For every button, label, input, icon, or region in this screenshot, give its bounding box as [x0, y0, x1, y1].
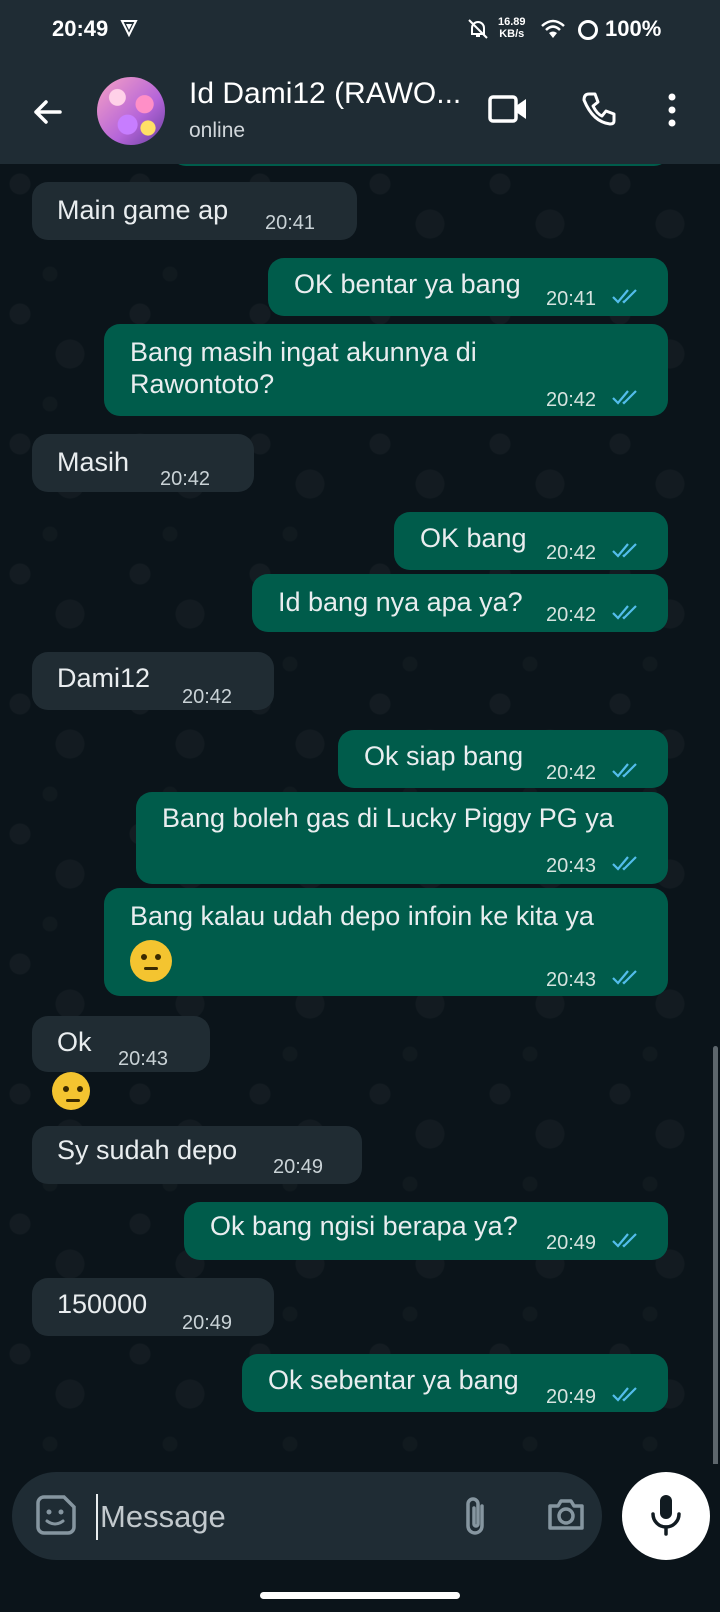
read-ticks-icon [612, 543, 637, 558]
message-time: 20:42 [546, 542, 597, 564]
sticker-icon[interactable] [32, 1493, 78, 1539]
attach-icon[interactable] [460, 1494, 490, 1538]
message-time: 20:43 [118, 1048, 169, 1070]
chat-scrollbar[interactable] [713, 1046, 718, 1464]
incoming-message[interactable]: Dami12 20:42 [32, 652, 274, 710]
message-text: Main game ap [57, 195, 229, 225]
message-text: Ok bang ngisi berapa ya? [210, 1211, 518, 1241]
outgoing-message[interactable]: Ok siap bang 20:42 [338, 730, 668, 788]
message-time: 20:43 [546, 855, 597, 877]
incoming-message[interactable]: Main game ap 20:41 [32, 182, 357, 240]
incoming-message[interactable]: 150000 20:49 [32, 1278, 274, 1336]
read-ticks-icon [612, 763, 637, 778]
read-ticks-icon [612, 1387, 637, 1402]
incoming-message[interactable]: Masih 20:42 [32, 434, 254, 492]
battery-percentage: 100% [605, 16, 662, 41]
message-text: 150000 [57, 1289, 148, 1319]
more-options-icon[interactable] [667, 92, 677, 128]
home-indicator[interactable] [260, 1592, 460, 1599]
voice-message-button[interactable] [622, 1472, 710, 1560]
message-text: Bang boleh gas di Lucky Piggy PG ya [162, 803, 614, 833]
read-ticks-icon [612, 1233, 637, 1248]
message-time: 20:42 [182, 686, 233, 708]
message-text: Ok [57, 1027, 92, 1057]
message-time: 20:49 [546, 1386, 597, 1408]
read-ticks-icon [612, 856, 637, 871]
message-text: OK bang [420, 523, 527, 553]
read-ticks-icon [612, 289, 637, 304]
chat-header: Id Dami12 (RAWO... online [0, 60, 720, 164]
message-time: 20:42 [546, 762, 597, 784]
message-time: 20:49 [273, 1156, 324, 1178]
outgoing-message[interactable]: Bang kalau udah depo infoin ke kita ya 2… [104, 888, 668, 996]
message-time: 20:49 [546, 1232, 597, 1254]
saluting-face-emoji [130, 940, 172, 982]
contact-avatar[interactable] [97, 77, 165, 145]
message-text: Masih [57, 447, 130, 477]
contact-status: online [189, 119, 246, 142]
message-time: 20:42 [160, 468, 211, 490]
status-bar: 20:49 16.89 KB/s 100% [0, 0, 720, 60]
message-text: Ok sebentar ya bang [268, 1365, 519, 1395]
phone-icon[interactable] [581, 91, 617, 127]
network-speed-value: 16.89 [498, 16, 526, 28]
contact-name[interactable]: Id Dami12 (RAWO... [189, 77, 461, 111]
read-ticks-icon [612, 605, 637, 620]
mic-icon [651, 1495, 681, 1536]
camera-icon[interactable] [546, 1496, 586, 1532]
partial-message-bubble [170, 164, 670, 166]
outgoing-message[interactable]: Ok bang ngisi berapa ya? 20:49 [184, 1202, 668, 1260]
message-text: Id bang nya apa ya? [278, 587, 523, 617]
wifi-icon [541, 19, 565, 38]
incoming-message[interactable]: Sy sudah depo 20:49 [32, 1126, 362, 1184]
battery-icon [578, 20, 598, 40]
message-text-line2: Rawontoto? [130, 369, 275, 399]
network-speed-unit: KB/s [499, 28, 525, 40]
read-ticks-icon [612, 390, 637, 405]
outgoing-message[interactable]: Id bang nya apa ya? 20:42 [252, 574, 668, 632]
message-text-line1: Bang masih ingat akunnya di [130, 337, 477, 367]
message-time: 20:42 [546, 389, 597, 411]
message-time: 20:41 [546, 288, 597, 310]
message-time: 20:49 [182, 1312, 233, 1334]
outgoing-message[interactable]: Bang boleh gas di Lucky Piggy PG ya 20:4… [136, 792, 668, 884]
message-time: 20:41 [265, 212, 316, 234]
video-call-icon[interactable] [488, 94, 528, 124]
message-text: Ok siap bang [364, 741, 524, 771]
message-text: Sy sudah depo [57, 1135, 238, 1165]
read-ticks-icon [612, 970, 637, 985]
message-text: Bang kalau udah depo infoin ke kita ya [130, 901, 594, 931]
bell-off-icon [468, 19, 488, 39]
message-input[interactable] [96, 1494, 432, 1540]
message-text: OK bentar ya bang [294, 269, 521, 299]
network-speed: 16.89 KB/s [498, 16, 526, 40]
outgoing-message[interactable]: OK bang 20:42 [394, 512, 668, 570]
vpn-icon [120, 20, 138, 37]
message-time: 20:42 [546, 604, 597, 626]
outgoing-message[interactable]: OK bentar ya bang 20:41 [268, 258, 668, 316]
outgoing-message[interactable]: Bang masih ingat akunnya di Rawontoto? 2… [104, 324, 668, 416]
saluting-face-emoji [52, 1072, 90, 1110]
message-composer [0, 1464, 720, 1612]
status-time: 20:49 [52, 16, 109, 41]
message-time: 20:43 [546, 969, 597, 991]
back-icon[interactable] [26, 90, 70, 134]
message-text: Dami12 [57, 663, 151, 693]
message-input-container [12, 1472, 602, 1560]
outgoing-message[interactable]: Ok sebentar ya bang 20:49 [242, 1354, 668, 1412]
chat-messages-area[interactable]: Main game ap 20:41 OK bentar ya bang 20:… [0, 164, 720, 1464]
incoming-message[interactable]: Ok 20:43 [32, 1016, 210, 1072]
